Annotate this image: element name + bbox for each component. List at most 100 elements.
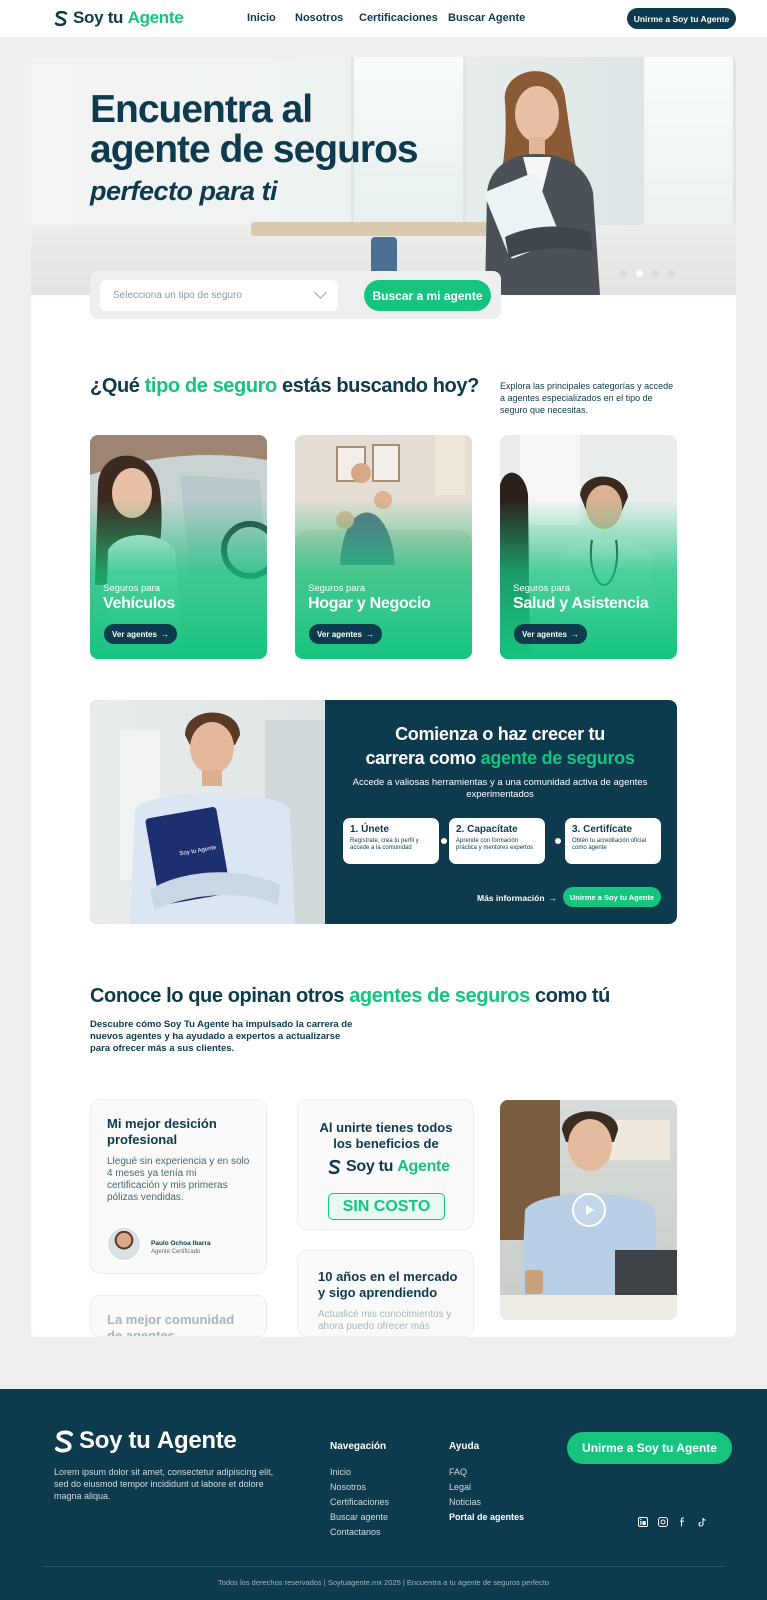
hero-table <box>251 222 491 236</box>
linkedin-icon[interactable] <box>637 1516 648 1527</box>
insurance-type-select[interactable]: Selecciona un tipo de seguro <box>100 280 338 311</box>
title-part: estás buscando hoy? <box>276 375 479 397</box>
logo-s-icon <box>54 10 68 27</box>
testimonial-card: 10 años en el mercado y sigo aprendiendo… <box>297 1250 474 1337</box>
section-testimonials-description: Descubre cómo Soy Tu Agente ha impulsado… <box>90 1019 353 1054</box>
logo-s-icon <box>328 1159 341 1175</box>
search-agent-button[interactable]: Buscar a mi agente <box>364 280 491 311</box>
instagram-icon[interactable] <box>657 1516 668 1527</box>
footer-brand-logo[interactable]: Soy tu Agente <box>54 1427 237 1455</box>
facebook-icon[interactable] <box>677 1516 688 1527</box>
section-insurance-types-title: ¿Qué tipo de seguro estás buscando hoy? <box>90 375 479 398</box>
testimonial-person-name: Paulo Ochoa Ibarra <box>151 1240 211 1247</box>
career-agent-image: Soy tu Agente <box>90 700 325 924</box>
site-header: Soy tu Agente Inicio Nosotros Certificac… <box>0 0 767 37</box>
footer-nav-title: Navegación <box>330 1441 387 1452</box>
footer-link-nosotros[interactable]: Nosotros <box>330 1482 366 1492</box>
carousel-dot[interactable] <box>652 270 659 277</box>
ver-agentes-button[interactable]: Ver agentes → <box>514 624 587 644</box>
step-connector-dot <box>555 838 561 844</box>
ver-agentes-button[interactable]: Ver agentes → <box>104 624 177 644</box>
category-card-vehiculos[interactable]: Seguros para Vehículos Ver agentes → <box>90 435 267 659</box>
footer-help-title: Ayuda <box>449 1441 480 1452</box>
category-card-salud[interactable]: Seguros para Salud y Asistencia Ver agen… <box>500 435 677 659</box>
select-placeholder: Selecciona un tipo de seguro <box>113 290 242 301</box>
testimonial-video[interactable] <box>500 1100 677 1320</box>
career-join-button[interactable]: Unirme a Soy tu Agente <box>563 887 661 907</box>
logo-s-icon <box>54 1429 74 1454</box>
carousel-dot[interactable] <box>668 270 675 277</box>
footer-description: Lorem ipsum dolor sit amet, consectetur … <box>54 1467 274 1501</box>
title-part: Conoce lo que opinan otros <box>90 985 350 1007</box>
footer-link-noticias[interactable]: Noticias <box>449 1497 481 1507</box>
footer-link-legal[interactable]: Legal <box>449 1482 471 1492</box>
hero-agent-woman-image <box>484 71 600 295</box>
career-promo-block: Soy tu Agente Comienza o haz crecer tu c… <box>90 700 677 924</box>
brand-part1: Soy tu <box>79 1427 151 1454</box>
header-join-button[interactable]: Unirme a Soy tu Agente <box>627 8 736 29</box>
step-card-capacitate: 2. Capacítate Aprende con formación prác… <box>449 818 545 864</box>
footer-link-portal-agentes[interactable]: Portal de agentes <box>449 1512 524 1522</box>
title-part: carrera como <box>365 748 481 768</box>
footer-link-contactanos[interactable]: Contactanos <box>330 1527 381 1537</box>
arrow-right-icon: → <box>548 893 558 903</box>
brand-logo[interactable]: Soy tu Agente <box>54 8 184 28</box>
footer-link-inicio[interactable]: Inicio <box>330 1467 351 1477</box>
footer-link-certificaciones[interactable]: Certificaciones <box>330 1497 389 1507</box>
brand-part1: Soy tu <box>346 1158 394 1175</box>
carousel-dot[interactable] <box>620 270 627 277</box>
title-part: ¿Qué <box>90 375 145 397</box>
testimonial-card-partial: La mejor comunidad de agentes <box>90 1295 267 1337</box>
play-icon[interactable] <box>572 1193 606 1227</box>
nav-nosotros[interactable]: Nosotros <box>295 12 343 24</box>
step-description: Aprende con formación práctica y mentore… <box>456 838 534 851</box>
ver-agentes-button[interactable]: Ver agentes → <box>309 624 382 644</box>
arrow-right-icon: → <box>365 629 374 639</box>
step-connector-dot <box>441 838 447 844</box>
testimonial-person-role: Agente Certificado <box>151 1249 201 1255</box>
step-card-certificate: 3. Certifícate Obtén tu acreditación ofi… <box>565 818 661 864</box>
hero-carousel-dots <box>620 270 675 277</box>
category-card-hogar[interactable]: Seguros para Hogar y Negocio Ver agentes… <box>295 435 472 659</box>
footer-link-faq[interactable]: FAQ <box>449 1467 467 1477</box>
hero-title-line2: agente de seguros <box>90 128 419 171</box>
carousel-dot-active[interactable] <box>636 270 643 277</box>
hero-subtitle: perfecto para ti <box>90 176 278 206</box>
career-title-line2: carrera como agente de seguros <box>335 746 665 770</box>
nav-certificaciones[interactable]: Certificaciones <box>359 12 438 24</box>
testimonial-body: Llegué sin experiencia y en solo 4 meses… <box>107 1156 250 1203</box>
footer-link-buscar-agente[interactable]: Buscar agente <box>330 1512 388 1522</box>
chevron-down-icon <box>314 286 327 299</box>
button-label: Ver agentes <box>317 629 362 639</box>
sin-costo-badge: SIN COSTO <box>328 1193 445 1220</box>
career-description: Accede a valiosas herramientas y a una c… <box>352 777 648 800</box>
button-label: Ver agentes <box>522 629 567 639</box>
testimonial-title: Mi mejor desición profesional <box>107 1116 217 1147</box>
brand-part1: Soy tu <box>73 8 124 27</box>
title-part: como tú <box>529 985 610 1007</box>
testimonial-title: La mejor comunidad de agentes <box>107 1312 235 1337</box>
nav-inicio[interactable]: Inicio <box>247 12 276 24</box>
career-title: Comienza o haz crecer tu carrera como ag… <box>335 722 665 770</box>
link-label: Más información <box>477 893 545 903</box>
step-title: 3. Certifícate <box>572 824 633 835</box>
category-name: Salud y Asistencia <box>513 595 649 612</box>
arrow-right-icon: → <box>570 629 579 639</box>
button-label: Ver agentes <box>112 629 157 639</box>
title-highlight: agentes de seguros <box>349 985 530 1007</box>
hero-title-line1: Encuentra al <box>90 88 313 131</box>
benefits-brand-logo: Soy tu Agente <box>328 1158 450 1176</box>
arrow-right-icon: → <box>160 629 169 639</box>
title-highlight: agente de seguros <box>480 748 635 768</box>
footer-join-button[interactable]: Unirme a Soy tu Agente <box>567 1432 732 1464</box>
brand-part2: Agente <box>127 8 184 27</box>
category-name: Vehículos <box>103 595 175 612</box>
nav-buscar-agente[interactable]: Buscar Agente <box>448 12 525 24</box>
tiktok-icon[interactable] <box>696 1516 707 1527</box>
step-description: Regístrate, crea tu perfil y accede a la… <box>350 838 419 851</box>
testimonial-body: Actualicé mis conocimientos y ahora pued… <box>318 1309 452 1332</box>
section-testimonials-title: Conoce lo que opinan otros agentes de se… <box>90 985 610 1008</box>
more-info-link[interactable]: Más información → <box>477 893 557 903</box>
site-footer: Soy tu Agente Lorem ipsum dolor sit amet… <box>0 1389 767 1600</box>
benefits-card: Al unirte tienes todos los beneficios de… <box>297 1099 474 1230</box>
